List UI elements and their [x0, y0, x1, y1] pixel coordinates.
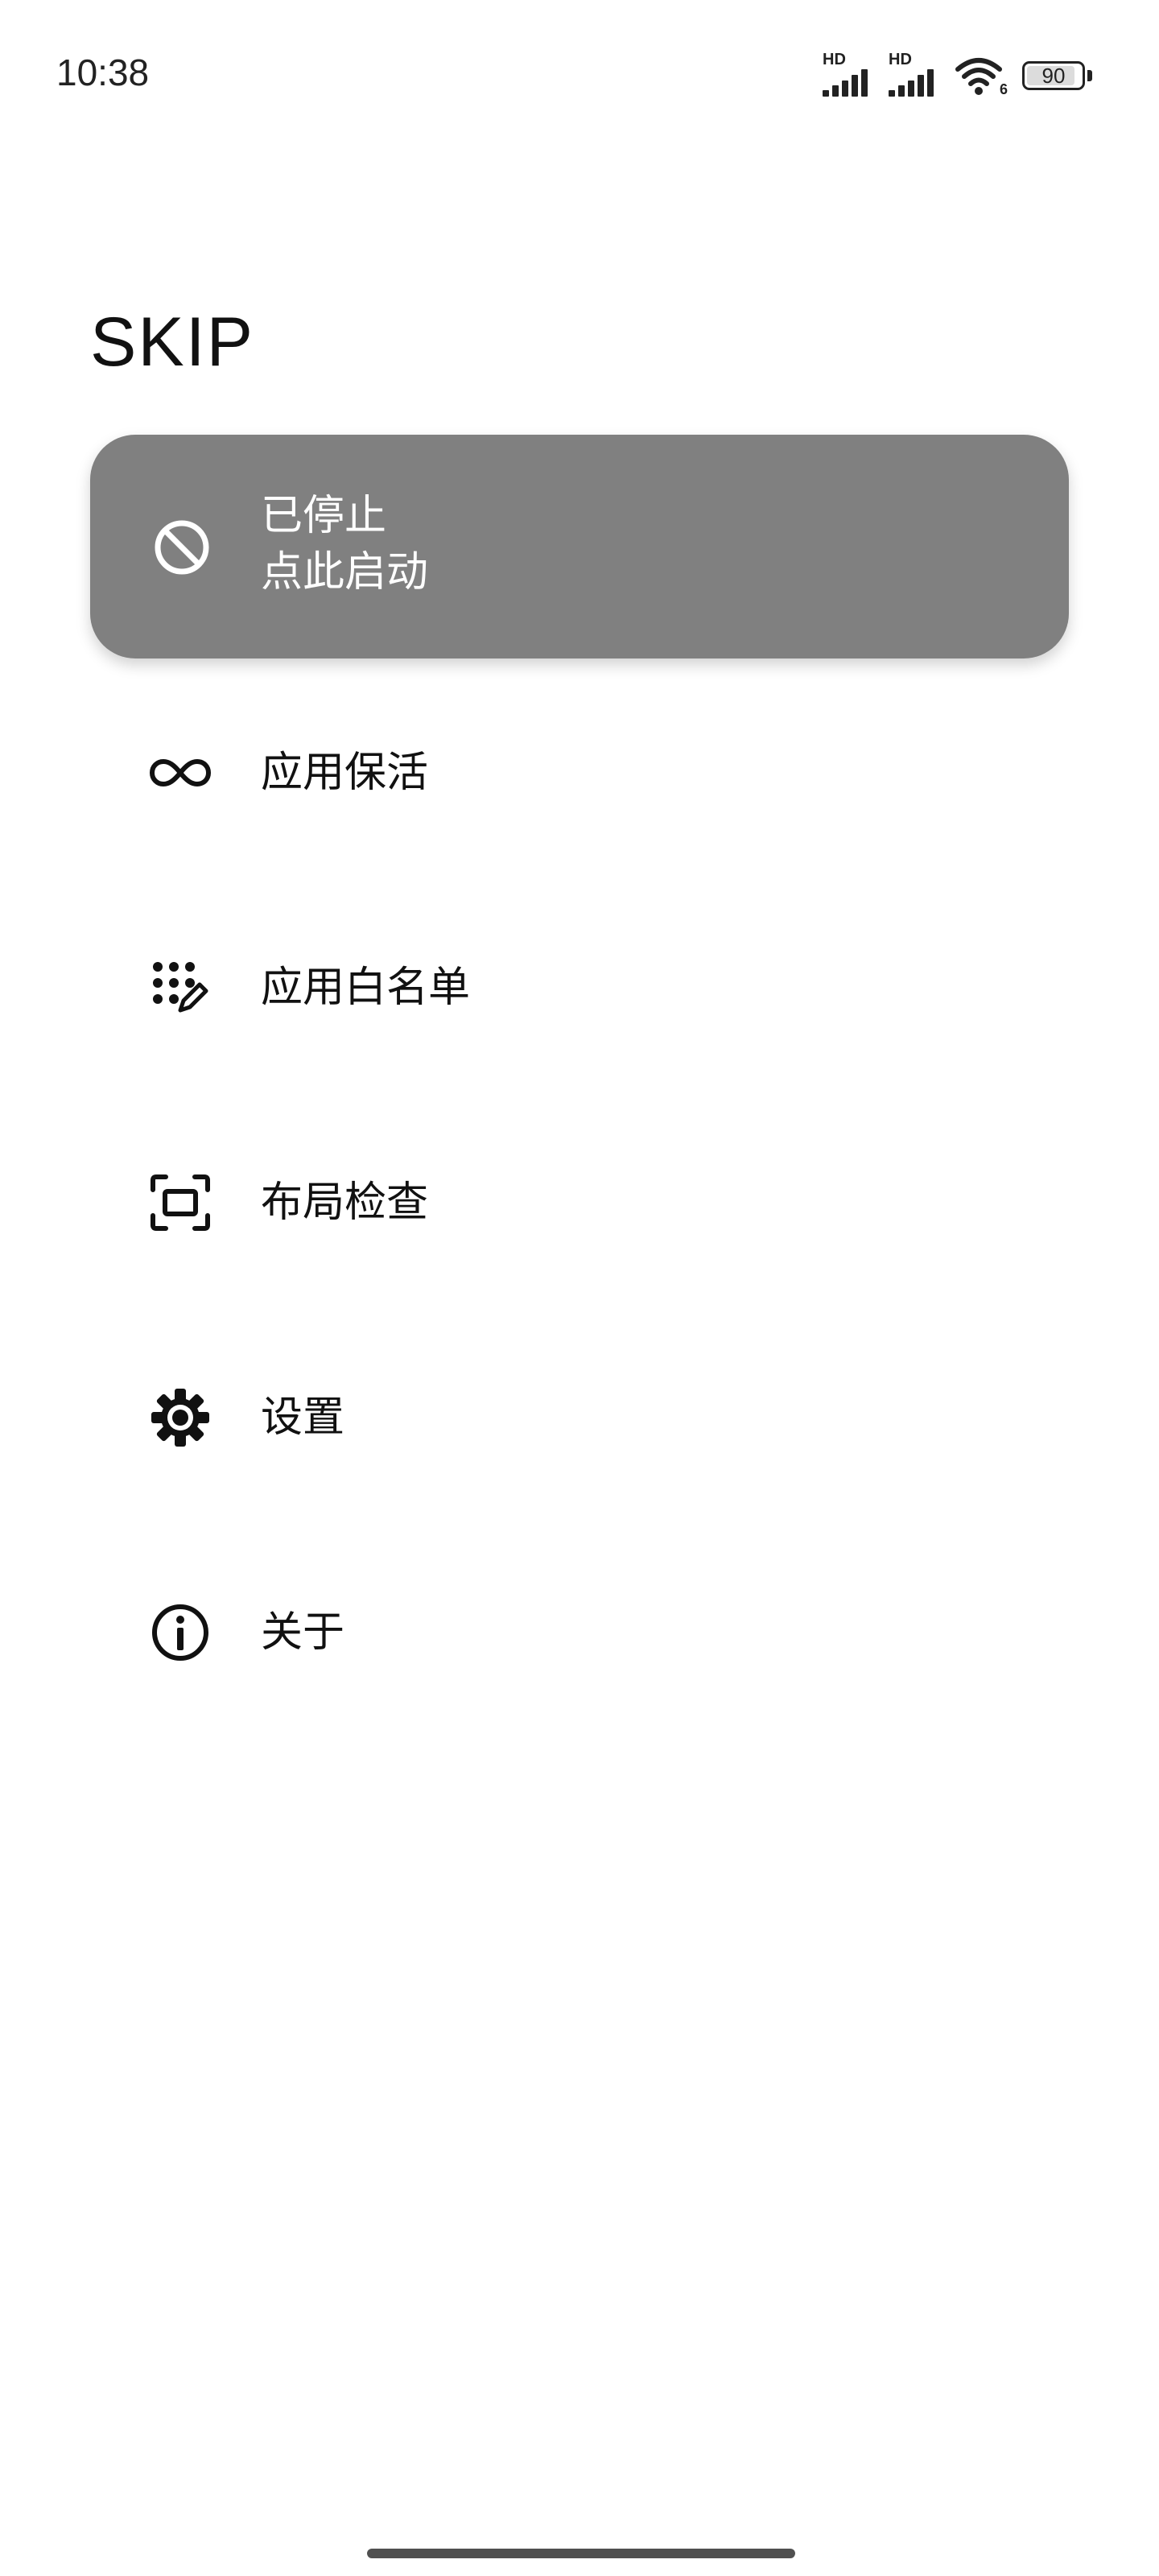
- gesture-navigation-bar[interactable]: [367, 2549, 795, 2558]
- status-bar: 10:38 HD HD 6 90: [0, 0, 1159, 145]
- menu-label-whitelist: 应用白名单: [261, 964, 471, 1012]
- block-icon: [155, 520, 209, 575]
- menu-label-about: 关于: [261, 1608, 345, 1657]
- infinity-icon: [150, 759, 211, 786]
- wifi-icon: 6: [955, 55, 1008, 97]
- gear-icon: [151, 1389, 209, 1447]
- service-status-title: 已停止: [261, 492, 387, 540]
- signal-hd-label: HD: [823, 51, 846, 68]
- menu-item-settings[interactable]: 设置: [90, 1337, 1069, 1498]
- app-title: SKIP: [90, 303, 254, 381]
- info-icon: [152, 1604, 208, 1661]
- menu-item-whitelist[interactable]: 应用白名单: [90, 907, 1069, 1068]
- wifi-badge: 6: [999, 81, 1008, 97]
- status-icons: HD HD 6 90: [823, 51, 1093, 97]
- menu-label-keep-alive: 应用保活: [261, 749, 429, 797]
- menu-label-layout-inspect: 布局检查: [261, 1179, 429, 1227]
- battery-icon: 90: [1022, 61, 1093, 90]
- signal-2-hd-label: HD: [889, 51, 912, 68]
- screen-frame-icon: [151, 1174, 210, 1231]
- battery-level: 90: [1041, 64, 1066, 88]
- status-time: 10:38: [56, 52, 150, 93]
- menu-item-about[interactable]: 关于: [90, 1552, 1069, 1713]
- cellular-signal-icon: HD: [823, 51, 874, 97]
- menu-item-layout-inspect[interactable]: 布局检查: [90, 1122, 1069, 1283]
- menu-item-keep-alive[interactable]: 应用保活: [90, 692, 1069, 853]
- dots-edit-icon: [153, 962, 208, 1013]
- service-start-hint: 点此启动: [261, 548, 429, 597]
- service-status-text: 已停止 点此启动: [261, 488, 428, 601]
- cellular-signal-2-icon: HD: [889, 51, 940, 97]
- menu-label-settings: 设置: [261, 1393, 345, 1442]
- service-status-card[interactable]: 已停止 点此启动: [90, 435, 1069, 658]
